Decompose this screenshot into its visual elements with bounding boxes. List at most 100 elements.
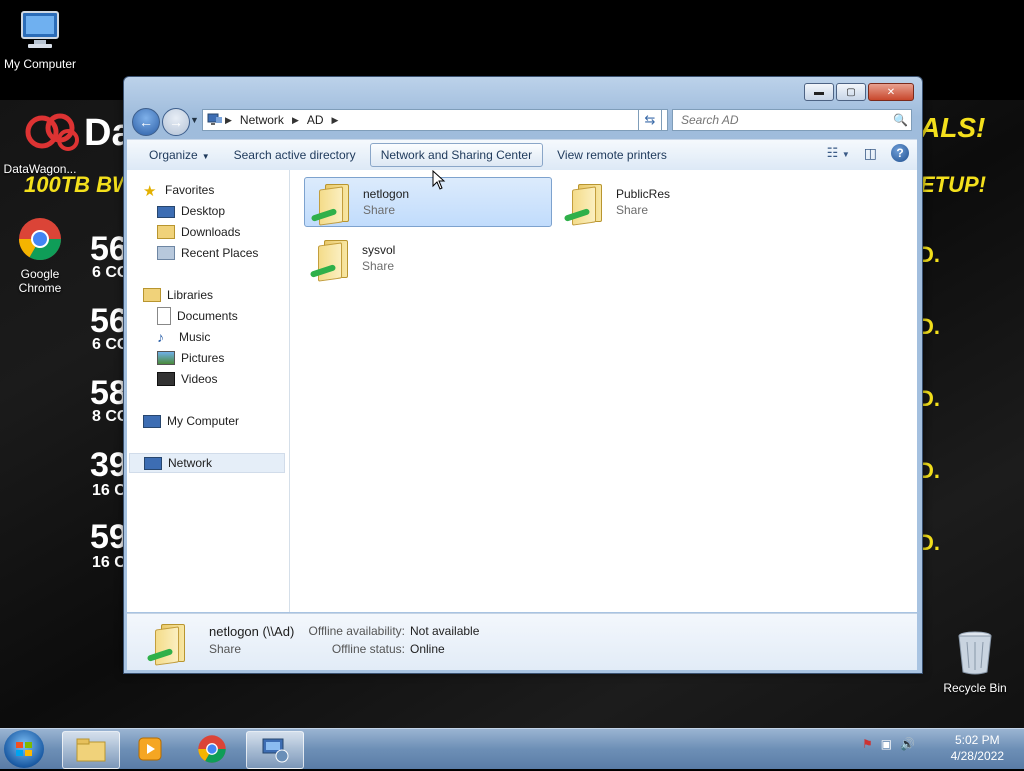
- nav-desktop[interactable]: Desktop: [157, 201, 287, 221]
- clock[interactable]: 5:02 PM 4/28/2022: [951, 732, 1004, 764]
- star-icon: ★: [143, 183, 157, 200]
- search-input[interactable]: [679, 112, 889, 128]
- network-icon: [144, 456, 162, 470]
- offline-status-label: Offline status:: [331, 642, 405, 656]
- nav-documents[interactable]: Documents: [157, 306, 287, 326]
- desktop-icon-datawagon[interactable]: DataWagon...: [0, 142, 80, 176]
- breadcrumb-arrow-icon: ▶: [291, 114, 299, 125]
- back-arrow-icon: ←: [139, 114, 153, 130]
- videos-icon: [157, 372, 175, 386]
- nav-downloads[interactable]: Downloads: [157, 222, 287, 242]
- share-type: Share: [363, 203, 396, 217]
- taskbar: ⚑ ▣ 🔊 5:02 PM 4/28/2022: [0, 728, 1024, 769]
- shared-folder-icon: [562, 178, 610, 226]
- windows-logo-icon: [16, 742, 32, 756]
- close-button[interactable]: ✕: [868, 83, 914, 101]
- action-center-flag-icon[interactable]: ⚑: [862, 737, 873, 751]
- wallpaper-banner-right-mid: ETUP!: [920, 172, 986, 197]
- clock-date: 4/28/2022: [950, 749, 1004, 763]
- nav-favorites[interactable]: ★ Favorites: [143, 180, 283, 200]
- share-item-netlogon[interactable]: netlogon Share: [304, 177, 552, 227]
- nav-label: Desktop: [181, 204, 226, 218]
- mouse-cursor-icon: [432, 170, 446, 190]
- breadcrumb-arrow-icon: ▶: [331, 114, 339, 125]
- desktop-icon-recycle-bin[interactable]: Recycle Bin: [935, 630, 1015, 695]
- search-active-directory-button[interactable]: Search active directory: [224, 144, 366, 166]
- back-button[interactable]: ←: [132, 108, 160, 136]
- nav-label: Videos: [181, 372, 218, 386]
- network-sharing-center-button[interactable]: Network and Sharing Center: [369, 143, 544, 167]
- recent-places-icon: [157, 246, 175, 260]
- taskbar-chrome-button[interactable]: [184, 731, 240, 767]
- desktop-icon-label: Google Chrome: [18, 267, 62, 295]
- search-box[interactable]: 🔍: [672, 109, 912, 131]
- offline-availability-value: Not available: [410, 624, 480, 638]
- shared-folder-icon: [309, 178, 357, 226]
- change-view-button[interactable]: ☷ ▼: [827, 145, 850, 161]
- taskbar-media-player-button[interactable]: [122, 731, 178, 767]
- forward-arrow-icon: →: [169, 114, 183, 130]
- search-icon[interactable]: 🔍: [893, 113, 908, 127]
- nav-label: Downloads: [181, 225, 241, 239]
- organize-button[interactable]: Organize ▼: [139, 144, 220, 166]
- system-tray: ⚑ ▣ 🔊: [862, 737, 915, 751]
- refresh-button[interactable]: ⇆: [638, 109, 662, 131]
- view-remote-printers-button[interactable]: View remote printers: [547, 144, 677, 166]
- start-button[interactable]: [4, 730, 44, 768]
- shared-folder-icon: [145, 618, 193, 666]
- navigation-pane: ★ Favorites Desktop Downloads Recent Pla…: [127, 170, 290, 612]
- nav-videos[interactable]: Videos: [157, 369, 287, 389]
- network-icon: [207, 113, 222, 125]
- share-item-sysvol[interactable]: sysvol Share: [304, 233, 552, 283]
- desktop-icon: [157, 206, 175, 218]
- computer-icon: [143, 414, 161, 428]
- minimize-button[interactable]: ▬: [804, 83, 834, 101]
- breadcrumb-network[interactable]: Network: [234, 113, 290, 127]
- file-list: netlogon Share PublicRes Share sysvol Sh…: [290, 170, 917, 612]
- share-type: Share: [616, 203, 649, 217]
- volume-icon[interactable]: 🔊: [900, 737, 915, 751]
- nav-label: Documents: [177, 309, 238, 323]
- recent-pages-dropdown[interactable]: ▼: [190, 115, 199, 125]
- command-bar: Organize ▼ Search active directory Networ…: [127, 139, 917, 171]
- organize-label: Organize: [149, 148, 198, 162]
- nav-network[interactable]: Network: [129, 453, 285, 473]
- desktop-icon-google-chrome[interactable]: Google Chrome: [0, 216, 80, 295]
- nav-music[interactable]: ♪ Music: [157, 327, 287, 347]
- share-item-publicres[interactable]: PublicRes Share: [558, 177, 806, 227]
- nav-label: My Computer: [167, 414, 240, 428]
- share-name: netlogon: [363, 187, 410, 201]
- wallpaper-banner-right-top: ALS!: [920, 112, 986, 143]
- folder-icon: [76, 738, 106, 762]
- pictures-icon: [157, 351, 175, 365]
- nav-label: Favorites: [165, 183, 215, 197]
- nav-my-computer[interactable]: My Computer: [143, 411, 283, 431]
- details-pane: netlogon (\\Ad) Share Offline availabili…: [127, 613, 917, 670]
- taskbar-explorer-button[interactable]: [62, 731, 120, 769]
- libraries-icon: [143, 288, 161, 302]
- details-item-type: Share: [209, 642, 242, 656]
- shared-folder-icon: [308, 234, 356, 282]
- offline-availability-label: Offline availability:: [308, 624, 406, 638]
- datawagon-label: DataWagon...: [3, 162, 77, 176]
- preview-pane-button[interactable]: ◫: [864, 145, 877, 162]
- nav-recent-places[interactable]: Recent Places: [157, 243, 287, 263]
- help-button[interactable]: ?: [891, 144, 909, 162]
- wallpaper-row-sub: 16 C: [92, 482, 126, 499]
- forward-button[interactable]: →: [162, 108, 190, 136]
- network-icon: [262, 738, 289, 763]
- wallpaper-row-sub: 16 C: [92, 554, 126, 571]
- nav-label: Pictures: [181, 351, 225, 365]
- refresh-icon: ⇆: [644, 112, 656, 127]
- documents-icon: [157, 307, 171, 325]
- details-item-name: netlogon (\\Ad): [209, 624, 295, 639]
- maximize-button[interactable]: ▢: [836, 83, 866, 101]
- desktop-icon-my-computer[interactable]: My Computer: [0, 8, 80, 71]
- taskbar-network-button[interactable]: [246, 731, 304, 769]
- address-bar[interactable]: ▶ Network ▶ AD ▶ ▼: [202, 109, 668, 131]
- nav-pictures[interactable]: Pictures: [157, 348, 287, 368]
- computer-icon: [21, 11, 59, 48]
- nav-libraries[interactable]: Libraries: [143, 285, 283, 305]
- breadcrumb-ad[interactable]: AD: [301, 113, 330, 127]
- network-status-icon[interactable]: ▣: [881, 737, 892, 751]
